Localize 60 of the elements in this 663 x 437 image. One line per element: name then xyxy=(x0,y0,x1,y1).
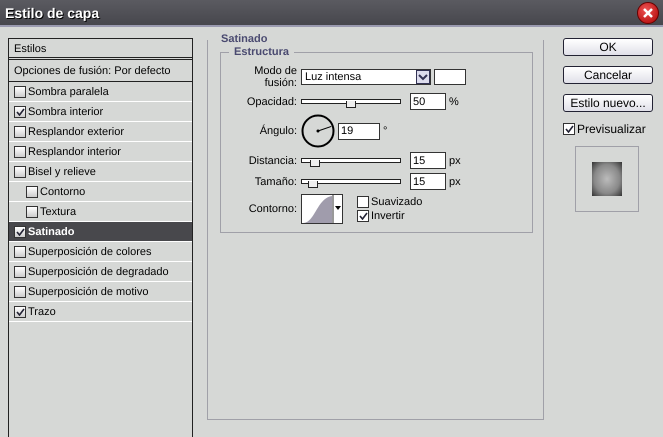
blend-mode-dropdown[interactable]: Luz intensa xyxy=(301,69,431,85)
checkbox[interactable] xyxy=(357,210,369,222)
checkbox[interactable] xyxy=(14,126,26,138)
checkbox[interactable] xyxy=(14,246,26,258)
dialog-button[interactable]: Estilo nuevo... xyxy=(563,94,653,112)
unit-label: px xyxy=(449,154,461,166)
checkbox[interactable] xyxy=(357,196,369,208)
slider-thumb[interactable] xyxy=(310,160,320,167)
checkbox[interactable] xyxy=(14,286,26,298)
angle-dial[interactable] xyxy=(301,114,335,148)
unit-label: % xyxy=(449,96,459,108)
style-item[interactable]: Sombra interior xyxy=(9,102,192,122)
field-label: Contorno: xyxy=(248,203,297,215)
style-item[interactable]: Superposición de colores xyxy=(9,242,192,262)
style-item[interactable]: Sombra paralela xyxy=(9,82,192,102)
contour-picker[interactable] xyxy=(301,194,343,224)
value-field[interactable]: 15 xyxy=(410,173,446,190)
checkbox[interactable] xyxy=(14,86,26,98)
unit-label: ° xyxy=(383,125,388,137)
window-title: Estilo de capa xyxy=(5,4,100,20)
field-label: Tamaño: xyxy=(254,176,297,188)
value-field[interactable]: 19 xyxy=(338,122,380,140)
color-swatch[interactable] xyxy=(434,69,466,85)
checkbox[interactable] xyxy=(26,186,38,198)
style-item[interactable]: Trazo xyxy=(9,302,192,322)
close-button[interactable] xyxy=(637,2,659,24)
slider-thumb[interactable] xyxy=(346,101,356,108)
dialog-button[interactable]: OK xyxy=(563,38,653,56)
field-label: Modo de fusión: xyxy=(253,65,297,89)
checkbox[interactable] xyxy=(14,266,26,278)
style-item[interactable]: Resplandor exterior xyxy=(9,122,192,142)
panel-header: Estilos xyxy=(9,39,192,60)
style-item[interactable]: Contorno xyxy=(9,182,192,202)
checkbox-label: Previsualizar xyxy=(577,122,646,136)
field-label: Opacidad: xyxy=(246,96,297,108)
group-title: Estructura xyxy=(229,46,294,58)
field-label: Distancia: xyxy=(248,154,297,166)
style-item[interactable]: Superposición de degradado xyxy=(9,262,192,282)
style-item[interactable]: Superposición de motivo xyxy=(9,282,192,302)
checkbox[interactable] xyxy=(14,146,26,158)
checkbox-label: Suavizado xyxy=(371,196,422,208)
dialog-button[interactable]: Cancelar xyxy=(563,66,653,84)
preview-thumbnail xyxy=(592,162,622,196)
style-item[interactable]: Bisel y relieve xyxy=(9,162,192,182)
checkbox[interactable] xyxy=(14,226,26,238)
checkbox-label: Invertir xyxy=(371,210,405,222)
style-item[interactable]: Resplandor interior xyxy=(9,142,192,162)
close-icon xyxy=(643,8,653,18)
checkbox[interactable] xyxy=(14,306,26,318)
value-field[interactable]: 15 xyxy=(410,152,446,169)
checkbox[interactable] xyxy=(14,166,26,178)
value-field[interactable]: 50 xyxy=(410,93,446,110)
checkbox[interactable] xyxy=(26,206,38,218)
blending-options-item[interactable]: Opciones de fusión: Por defecto xyxy=(9,60,192,82)
checkbox[interactable] xyxy=(563,123,575,135)
style-item[interactable]: Satinado xyxy=(9,222,192,242)
unit-label: px xyxy=(449,176,461,188)
slider-thumb[interactable] xyxy=(308,181,318,188)
field-label: Ángulo: xyxy=(258,125,297,137)
checkbox[interactable] xyxy=(14,106,26,118)
